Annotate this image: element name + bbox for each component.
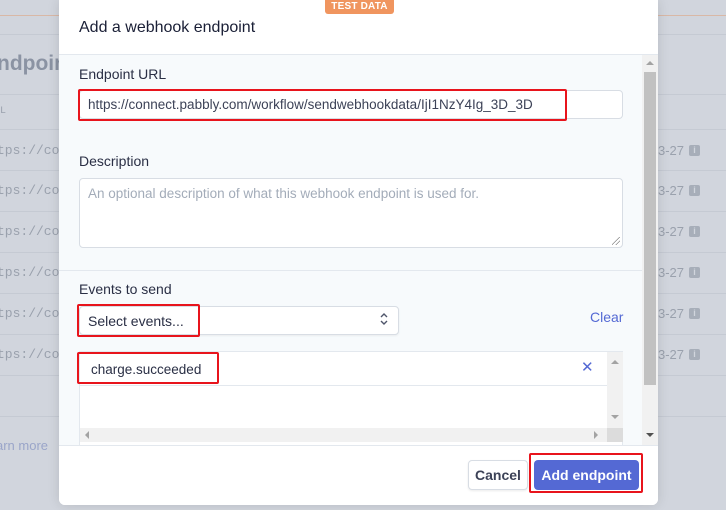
background-column-header: L bbox=[0, 106, 7, 117]
scroll-up-arrow-icon[interactable] bbox=[646, 61, 654, 65]
modal-footer: Cancel Add endpoint bbox=[59, 445, 658, 505]
endpoint-url-label: Endpoint URL bbox=[79, 66, 167, 82]
background-row-date: 3-27 bbox=[658, 306, 685, 321]
scroll-down-arrow-icon[interactable] bbox=[646, 433, 654, 437]
background-row-url: tps://co bbox=[0, 265, 60, 280]
event-name: charge.succeeded bbox=[91, 362, 202, 377]
cancel-button[interactable]: Cancel bbox=[468, 460, 528, 490]
background-learn-more-link: arn more bbox=[0, 438, 49, 453]
background-row-url: tps://co bbox=[0, 224, 60, 239]
background-row-url: tps://co bbox=[0, 143, 60, 158]
clear-events-link[interactable]: Clear bbox=[590, 309, 623, 325]
description-textarea[interactable]: An optional description of what this web… bbox=[79, 178, 623, 248]
background-row-date: 3-27 bbox=[658, 224, 685, 239]
background-row-date: 3-27 bbox=[658, 143, 685, 158]
info-icon: i bbox=[689, 349, 700, 360]
modal-vertical-scrollbar[interactable] bbox=[642, 55, 658, 445]
select-events-placeholder: Select events... bbox=[88, 313, 184, 329]
info-icon: i bbox=[689, 226, 700, 237]
chevron-up-down-icon bbox=[379, 312, 389, 326]
background-row-url: tps://co bbox=[0, 183, 60, 198]
info-icon: i bbox=[689, 185, 700, 196]
scroll-up-arrow-icon[interactable] bbox=[611, 360, 619, 364]
list-item: charge.succeeded ✕ bbox=[80, 352, 607, 386]
info-icon: i bbox=[689, 145, 700, 156]
background-row-date: 3-27 bbox=[658, 183, 685, 198]
background-row-date: 3-27 bbox=[658, 265, 685, 280]
description-label: Description bbox=[79, 153, 150, 169]
section-divider bbox=[59, 270, 644, 271]
test-data-badge: TEST DATA bbox=[325, 0, 394, 14]
resize-grip-icon[interactable] bbox=[612, 237, 620, 245]
description-placeholder: An optional description of what this web… bbox=[88, 186, 479, 201]
background-row-url: tps://co bbox=[0, 347, 60, 362]
scroll-left-arrow-icon[interactable] bbox=[85, 431, 89, 439]
endpoint-url-input[interactable]: https://connect.pabbly.com/workflow/send… bbox=[79, 90, 623, 119]
scrollbar-thumb[interactable] bbox=[644, 72, 656, 385]
modal-body: Endpoint URL https://connect.pabbly.com/… bbox=[59, 55, 658, 445]
scrollbar-corner bbox=[607, 428, 623, 442]
select-events-dropdown[interactable]: Select events... bbox=[79, 306, 399, 335]
info-icon: i bbox=[689, 308, 700, 319]
events-list-horizontal-scrollbar[interactable] bbox=[80, 428, 607, 442]
background-row-url: tps://co bbox=[0, 306, 60, 321]
scroll-down-arrow-icon[interactable] bbox=[611, 415, 619, 419]
background-page-title: ndpoin bbox=[0, 52, 67, 75]
events-to-send-label: Events to send bbox=[79, 281, 172, 297]
background-row-date: 3-27 bbox=[658, 347, 685, 362]
modal-title: Add a webhook endpoint bbox=[79, 19, 256, 36]
info-icon: i bbox=[689, 267, 700, 278]
scroll-right-arrow-icon[interactable] bbox=[594, 431, 598, 439]
add-endpoint-button[interactable]: Add endpoint bbox=[534, 460, 639, 490]
close-icon[interactable]: ✕ bbox=[581, 358, 594, 376]
events-list-vertical-scrollbar[interactable] bbox=[607, 352, 623, 428]
add-webhook-modal: Add a webhook endpoint TEST DATA Endpoin… bbox=[59, 0, 658, 505]
selected-events-list: charge.succeeded ✕ bbox=[79, 351, 623, 445]
